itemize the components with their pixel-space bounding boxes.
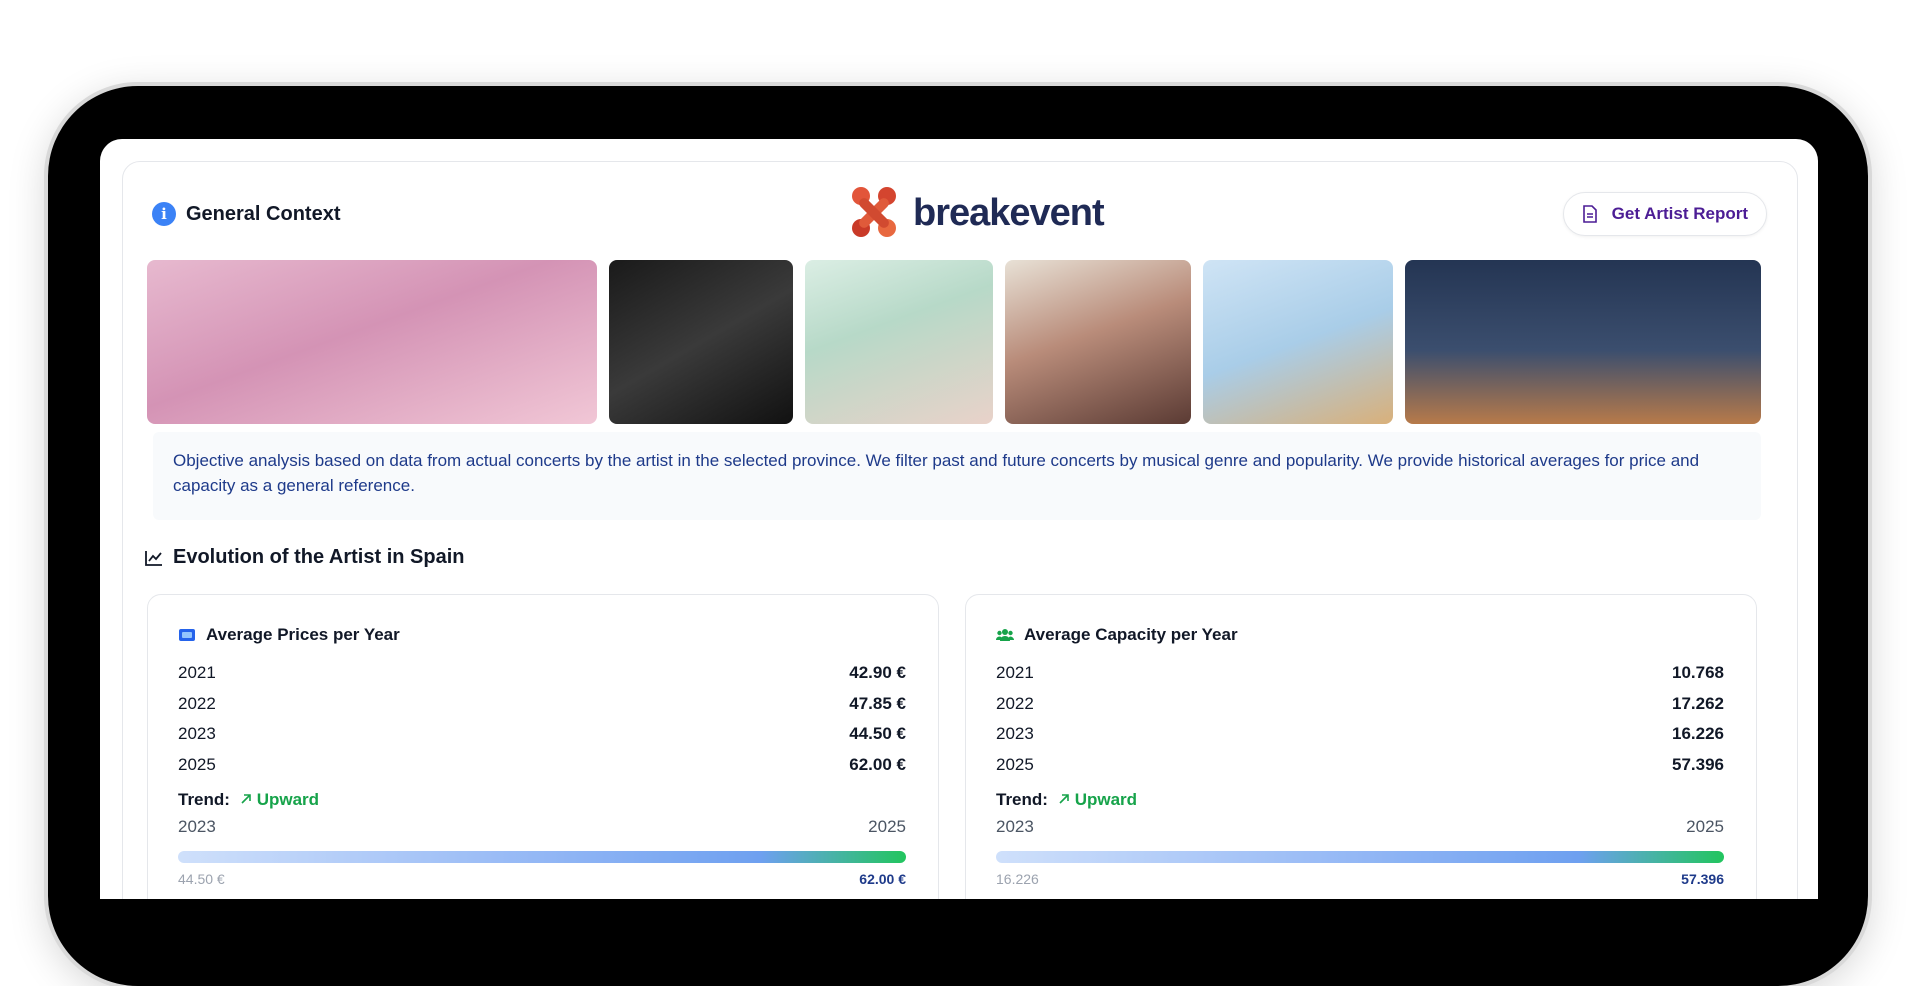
capacity-range-values: 16.226 57.396 xyxy=(996,871,1724,887)
brand-wordmark: breakevent xyxy=(913,191,1105,234)
evolution-section-header: Evolution of the Artist in Spain xyxy=(145,546,464,569)
price-row: 2025 62.00 € xyxy=(178,755,906,786)
prices-panel-title: Average Prices per Year xyxy=(206,625,400,644)
artist-photo-1 xyxy=(147,260,597,424)
users-icon xyxy=(996,629,1014,641)
range-end-year: 2025 xyxy=(1686,817,1724,836)
arrow-up-right-icon xyxy=(1059,794,1069,804)
price-row: 2021 42.90 € xyxy=(178,663,906,694)
prices-range-years: 2023 2025 xyxy=(178,817,906,837)
prices-trend: Trend: Upward xyxy=(178,785,906,815)
get-artist-report-button[interactable]: Get Artist Report xyxy=(1562,192,1767,236)
prices-range-values: 44.50 € 62.00 € xyxy=(178,871,906,887)
capacity-trend: Trend: Upward xyxy=(996,785,1724,815)
artist-photo-4 xyxy=(1005,260,1191,424)
capacity-row: 2021 10.768 xyxy=(996,663,1724,694)
capacity-year: 2021 xyxy=(996,663,1034,682)
analysis-description: Objective analysis based on data from ac… xyxy=(153,432,1761,520)
capacity-year: 2022 xyxy=(996,693,1034,713)
trend-value-text: Upward xyxy=(1074,790,1138,809)
app-screen: i General Context breakevent Get Artist … xyxy=(100,139,1818,899)
ticket-icon xyxy=(179,629,195,641)
range-start-year: 2023 xyxy=(996,817,1034,836)
range-high-value: 62.00 € xyxy=(859,871,906,887)
capacity-range-bar xyxy=(996,851,1724,863)
info-icon: i xyxy=(152,202,176,226)
artist-photo-6 xyxy=(1405,260,1761,424)
prices-panel-header: Average Prices per Year xyxy=(178,625,400,645)
line-chart-icon xyxy=(145,550,162,566)
average-prices-panel: Average Prices per Year 2021 42.90 € 2022… xyxy=(147,594,939,899)
price-row: 2022 47.85 € xyxy=(178,694,906,725)
prices-range-bar xyxy=(178,851,906,863)
trend-value: Upward xyxy=(240,790,319,810)
range-low-value: 16.226 xyxy=(996,871,1039,887)
context-card: i General Context breakevent Get Artist … xyxy=(122,161,1798,899)
arrow-up-right-icon xyxy=(241,794,251,804)
price-row: 2023 44.50 € xyxy=(178,724,906,755)
capacity-value: 17.262 xyxy=(1672,693,1724,713)
range-start-year: 2023 xyxy=(178,817,216,836)
capacity-row: 2023 16.226 xyxy=(996,724,1724,755)
get-artist-report-label: Get Artist Report xyxy=(1611,204,1748,223)
trend-label: Trend: xyxy=(996,790,1048,809)
trend-label: Trend: xyxy=(178,790,230,809)
range-high-value: 57.396 xyxy=(1681,871,1724,887)
capacity-value: 10.768 xyxy=(1672,663,1724,682)
capacity-panel-title: Average Capacity per Year xyxy=(1024,625,1238,644)
price-year: 2025 xyxy=(178,754,216,774)
evolution-title: Evolution of the Artist in Spain xyxy=(173,546,465,568)
capacity-value: 57.396 xyxy=(1672,754,1724,774)
range-end-year: 2025 xyxy=(868,817,906,836)
document-icon xyxy=(1582,205,1597,223)
capacity-year: 2025 xyxy=(996,754,1034,774)
capacity-year: 2023 xyxy=(996,724,1034,743)
capacity-row: 2025 57.396 xyxy=(996,755,1724,786)
general-context-header: i General Context xyxy=(152,202,340,226)
brand-logo: breakevent xyxy=(843,182,1105,244)
range-low-value: 44.50 € xyxy=(178,871,225,887)
price-value: 44.50 € xyxy=(849,724,906,743)
capacity-row: 2022 17.262 xyxy=(996,694,1724,725)
general-context-title: General Context xyxy=(186,202,341,225)
price-value: 62.00 € xyxy=(849,754,906,774)
average-capacity-panel: Average Capacity per Year 2021 10.768 202… xyxy=(965,594,1757,899)
capacity-value: 16.226 xyxy=(1672,724,1724,743)
artist-photo-2 xyxy=(609,260,793,424)
trend-value-text: Upward xyxy=(256,790,320,809)
prices-rows: 2021 42.90 € 2022 47.85 € 2023 44.50 € 2025… xyxy=(178,663,906,815)
artist-gallery xyxy=(147,260,1761,424)
price-year: 2021 xyxy=(178,663,216,682)
artist-photo-5 xyxy=(1203,260,1393,424)
price-value: 47.85 € xyxy=(849,693,906,713)
price-value: 42.90 € xyxy=(849,663,906,682)
brand-mark-icon xyxy=(852,187,896,237)
trend-value: Upward xyxy=(1058,790,1137,810)
capacity-panel-header: Average Capacity per Year xyxy=(996,625,1238,645)
price-year: 2022 xyxy=(178,693,216,713)
price-year: 2023 xyxy=(178,724,216,743)
capacity-range-years: 2023 2025 xyxy=(996,817,1724,837)
artist-photo-3 xyxy=(805,260,993,424)
capacity-rows: 2021 10.768 2022 17.262 2023 16.226 2025 57.… xyxy=(996,663,1724,815)
